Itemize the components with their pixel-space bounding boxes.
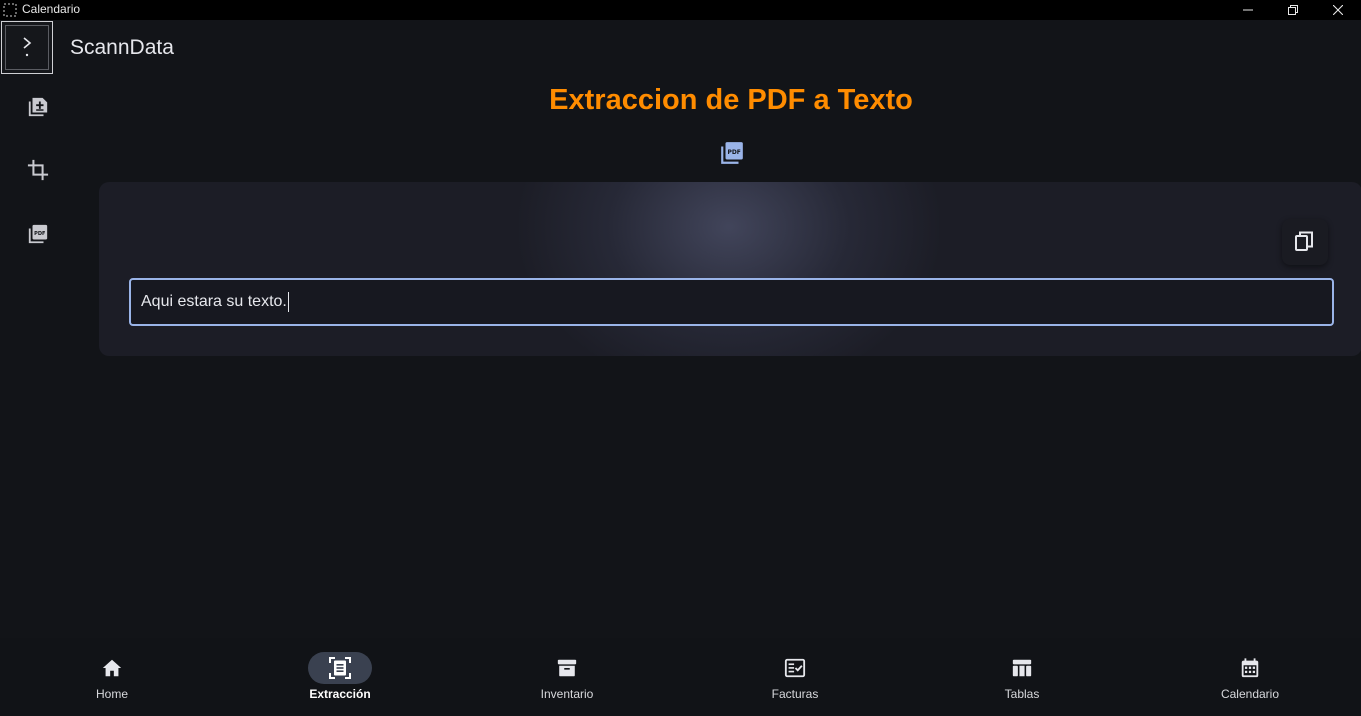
menu-toggle-button[interactable] [1,21,53,74]
archive-icon [557,659,577,677]
page-title: Extraccion de PDF a Texto [549,84,913,116]
table-icon [1012,659,1032,677]
svg-text:PDF: PDF [727,149,740,156]
app-icon [3,3,17,17]
bottom-navigation: Home Extracción Inventario Facturas Tabl… [0,638,1361,716]
fact-check-icon [784,658,806,678]
focus-outline [5,25,49,70]
pdf-icon: PDF [721,142,743,164]
nav-extraccion-label: Extracción [309,687,371,701]
extraction-card: Aqui estara su texto. [99,182,1361,356]
extracted-text-field[interactable]: Aqui estara su texto. [129,278,1334,326]
navigation-rail: PDF [0,20,76,638]
card-glow [519,182,939,356]
nav-tablas-indicator [990,652,1054,684]
nav-inventario[interactable]: Inventario [507,638,627,716]
nav-home[interactable]: Home [52,638,172,716]
nav-extraccion[interactable]: Extracción [280,638,400,716]
app-brand: ScannData [70,36,174,59]
close-icon [1333,5,1343,15]
calendar-icon [1241,658,1259,678]
nav-home-label: Home [95,687,128,701]
minimize-icon [1243,9,1253,11]
restore-icon [1288,5,1298,15]
nav-facturas-indicator [763,652,827,684]
window-title: Calendario [22,2,81,16]
nav-inventario-label: Inventario [540,687,594,701]
nav-facturas-label: Facturas [771,687,819,701]
pdf-icon: PDF [28,224,48,244]
minimize-button[interactable] [1225,0,1271,20]
add-document-icon [28,97,48,117]
nav-tablas[interactable]: Tablas [962,638,1082,716]
nav-extraccion-indicator [308,652,372,684]
maximize-button[interactable] [1270,0,1316,20]
nav-facturas[interactable]: Facturas [735,638,855,716]
sidebar-item-pdf[interactable]: PDF [23,219,53,249]
nav-inventario-indicator [535,652,599,684]
svg-text:PDF: PDF [34,231,46,237]
copy-icon [1295,231,1313,251]
nav-calendario-indicator [1218,652,1282,684]
nav-calendario[interactable]: Calendario [1190,638,1310,716]
copy-button[interactable] [1282,219,1328,265]
close-button[interactable] [1315,0,1361,20]
nav-home-indicator [80,652,144,684]
crop-icon [27,159,49,181]
sidebar-item-add-document[interactable] [23,92,53,122]
text-caret [287,292,289,312]
extracted-text-value: Aqui estara su texto. [141,293,287,310]
nav-calendario-label: Calendario [1220,687,1280,701]
window-titlebar: Calendario [0,0,1361,20]
home-icon [102,659,122,677]
sidebar-item-crop[interactable] [23,155,53,185]
nav-tablas-label: Tablas [1004,687,1040,701]
document-scanner-icon [329,657,351,679]
